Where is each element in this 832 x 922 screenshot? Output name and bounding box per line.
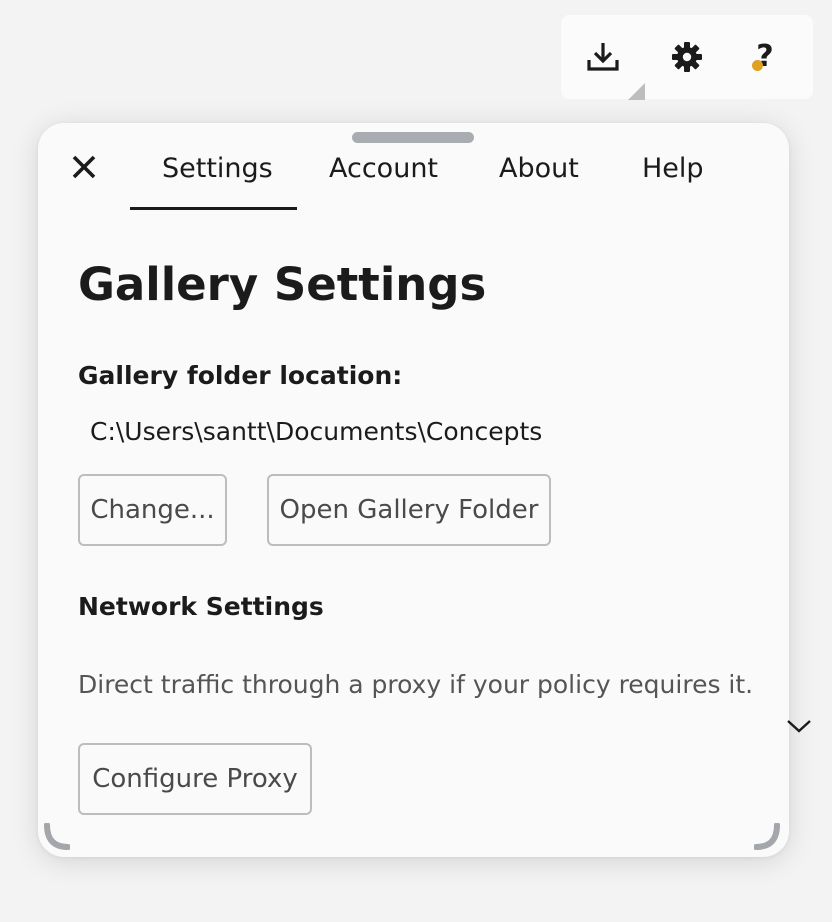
tab-account[interactable]: Account — [329, 153, 438, 184]
popover-pointer — [628, 83, 645, 100]
configure-proxy-button[interactable]: Configure Proxy — [78, 743, 312, 815]
tab-settings[interactable]: Settings — [162, 153, 273, 184]
notification-dot — [752, 60, 763, 71]
change-folder-button[interactable]: Change... — [78, 474, 227, 546]
gallery-folder-label: Gallery folder location: — [78, 361, 403, 390]
gallery-folder-path: C:\Users\santt\Documents\Concepts — [90, 417, 543, 446]
settings-panel: Settings Account About Help Gallery Sett… — [38, 123, 811, 857]
resize-handle-bottom-left[interactable] — [42, 823, 70, 851]
proxy-description: Direct traffic through a proxy if your p… — [78, 670, 754, 699]
resize-handle-bottom-right[interactable] — [754, 823, 782, 851]
download-button[interactable] — [581, 35, 625, 79]
gear-icon — [672, 42, 702, 72]
close-icon — [72, 155, 96, 179]
tab-about[interactable]: About — [499, 153, 579, 184]
settings-button[interactable] — [665, 35, 709, 79]
tab-help[interactable]: Help — [642, 153, 704, 184]
help-button[interactable]: ? — [743, 35, 787, 79]
close-button[interactable] — [64, 147, 104, 187]
drag-handle[interactable] — [352, 132, 474, 143]
active-tab-indicator — [130, 207, 297, 210]
network-settings-toggle[interactable] — [784, 713, 814, 739]
top-toolbar: ? — [561, 15, 813, 99]
open-gallery-folder-button[interactable]: Open Gallery Folder — [267, 474, 551, 546]
page-title: Gallery Settings — [78, 258, 487, 311]
chevron-down-icon — [787, 720, 811, 733]
network-settings-label: Network Settings — [78, 592, 324, 621]
download-icon — [587, 43, 619, 71]
